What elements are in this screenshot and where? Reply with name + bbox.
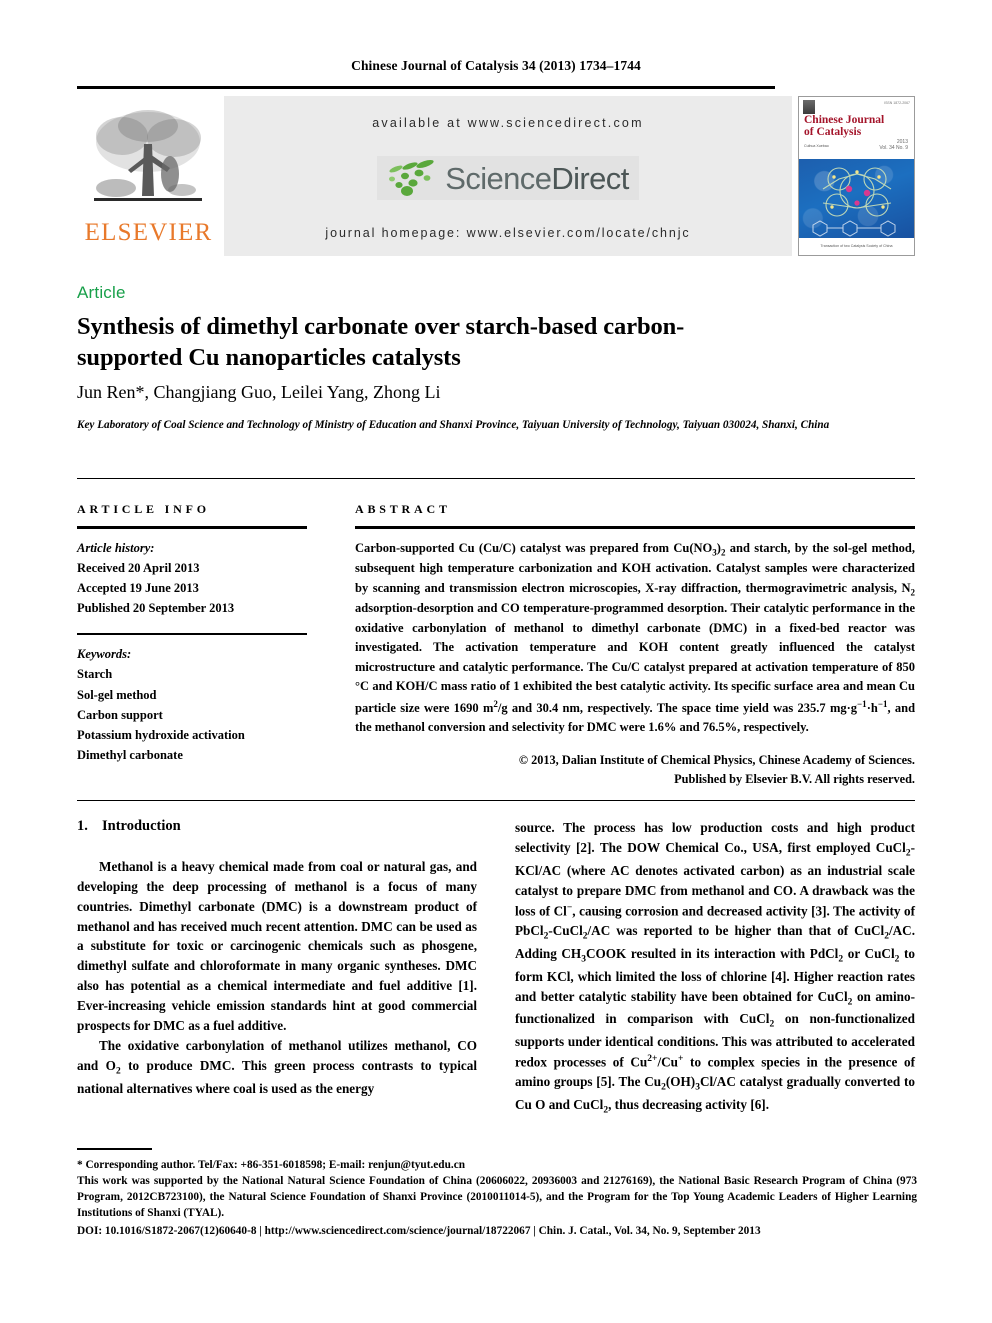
keyword-item: Carbon support [77,707,163,722]
article-info-heading: ARTICLE INFO [77,502,210,516]
body-column-left: 1. Introduction Methanol is a heavy chemi… [77,818,477,1128]
footnote-rule [77,1148,152,1150]
keyword-item: Sol-gel method [77,687,157,702]
intro-paragraph-2: The oxidative carbonylation of methanol … [77,1037,477,1096]
cover-issn: ISSN 1872-2067 [884,101,910,105]
available-at-text: available at www.sciencedirect.com [372,116,644,130]
cover-molecule-icon [812,167,896,237]
sciencedirect-wordmark: ScienceDirect [445,160,629,196]
article-info-rule [77,526,307,529]
cover-artwork [799,159,914,238]
sciencedirect-band: available at www.sciencedirect.com Scien… [224,96,792,256]
abstract-copyright: © 2013, Dalian Institute of Chemical Phy… [355,751,915,789]
abstract-section: ABSTRACT Carbon-supported Cu (Cu/C) cata… [355,502,915,789]
keywords-block: Keywords: Starch Sol-gel method Carbon s… [77,644,307,766]
keywords-rule [77,632,307,635]
cover-title: Chinese Journal of Catalysis [804,114,885,139]
doi-line: DOI: 10.1016/S1872-2067(12)60640-8 | htt… [77,1225,761,1238]
journal-cover-thumbnail: ISSN 1872-2067 Chinese Journal of Catalys… [798,96,915,256]
abstract-text: Carbon-supported Cu (Cu/C) catalyst was … [355,540,916,735]
divider-above-body [77,800,915,801]
cover-header: ISSN 1872-2067 Chinese Journal of Catalys… [799,97,914,159]
cover-footer: Transaction of two Catalysis Society of … [799,238,914,255]
running-head: Chinese Journal of Catalysis 34 (2013) 1… [351,58,641,73]
intro-paragraph-continued: source. The process has low production c… [515,820,915,1117]
top-rule [77,86,775,89]
cover-footer-text: Transaction of two Catalysis Society of … [820,244,893,248]
author-list: Jun Ren*, Changjiang Guo, Leilei Yang, Z… [77,382,441,402]
article-history: Article history: Received 20 April 2013 … [77,538,307,619]
keyword-item: Starch [77,667,113,682]
elsevier-logo: ELSEVIER [77,96,220,256]
divider-above-info [77,478,915,479]
elsevier-wordmark: ELSEVIER [84,219,213,246]
abstract-heading: ABSTRACT [355,502,451,516]
article-type-label: Article [77,283,126,302]
body-columns: 1. Introduction Methanol is a heavy chemi… [77,818,915,1128]
cover-elsevier-mark-icon [803,100,815,114]
section-title-text: Introduction [102,818,181,834]
copyright-line-2: Published by Elsevier B.V. All rights re… [674,771,915,786]
cover-volume-issue: 2013 Vol. 34 No. 9 [879,139,908,152]
elsevier-tree-icon [93,110,202,201]
sciencedirect-logo: ScienceDirect [377,156,639,200]
masthead: ELSEVIER available at www.sciencedirect.… [77,96,915,256]
history-accepted: Accepted 19 June 2013 [77,581,199,595]
copyright-line-1: © 2013, Dalian Institute of Chemical Phy… [518,752,915,767]
intro-paragraph-1: Methanol is a heavy chemical made from c… [77,859,477,1033]
sciencedirect-leaves-icon [389,160,434,196]
journal-article-page: Chinese Journal of Catalysis 34 (2013) 1… [0,0,992,1323]
funding-note: This work was supported by the National … [77,1175,917,1220]
article-history-label: Article history: [77,540,155,555]
cover-subtitle: Cuihua Xuebao [804,144,829,148]
footnotes: * Corresponding author. Tel/Fax: +86-351… [77,1157,917,1239]
journal-homepage-text: journal homepage: www.elsevier.com/locat… [325,226,691,240]
corresponding-author-note: * Corresponding author. Tel/Fax: +86-351… [77,1159,465,1171]
body-column-right: source. The process has low production c… [515,818,915,1128]
keywords-label: Keywords: [77,647,132,661]
article-info-section: ARTICLE INFO Article history: Received 2… [77,502,307,766]
page-title: Synthesis of dimethyl carbonate over sta… [77,313,685,371]
affiliation: Key Laboratory of Coal Science and Techn… [77,419,830,431]
abstract-rule [355,526,915,529]
keyword-item: Dimethyl carbonate [77,748,183,763]
section-heading-introduction: 1. Introduction [77,818,477,835]
keyword-item: Potassium hydroxide activation [77,728,245,742]
history-published: Published 20 September 2013 [77,601,235,616]
section-number: 1. [77,818,88,834]
history-received: Received 20 April 2013 [77,560,200,575]
